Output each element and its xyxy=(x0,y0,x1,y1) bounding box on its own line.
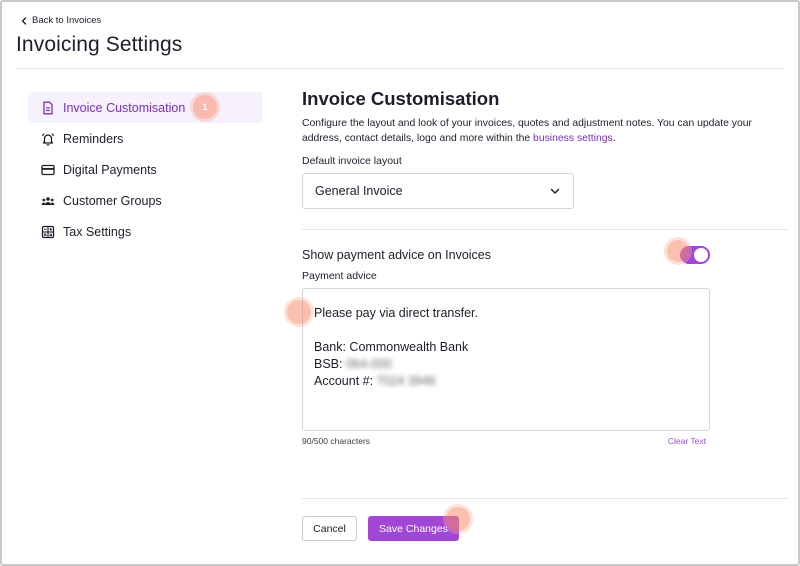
advice-line-2: Bank: Commonwealth Bank xyxy=(314,340,469,354)
sidebar-item-invoice-customisation[interactable]: Invoice Customisation xyxy=(28,92,262,123)
section-description: Configure the layout and look of your in… xyxy=(302,116,772,146)
invoice-layout-value: General Invoice xyxy=(315,184,403,198)
back-to-invoices-link[interactable]: Back to Invoices xyxy=(20,15,101,26)
back-link-label: Back to Invoices xyxy=(32,15,102,26)
character-count: 90/500 characters xyxy=(302,436,371,446)
hotspot-marker-save[interactable] xyxy=(446,507,470,531)
hotspot-marker-toggle[interactable] xyxy=(667,240,689,262)
footer-divider xyxy=(302,498,788,499)
payment-advice-toggle-label: Show payment advice on Invoices xyxy=(302,248,491,262)
header-divider xyxy=(16,68,784,69)
page-title: Invoicing Settings xyxy=(16,33,183,56)
sidebar-item-customer-groups[interactable]: Customer Groups xyxy=(28,185,262,216)
cancel-button[interactable]: Cancel xyxy=(302,516,357,541)
bell-icon xyxy=(40,131,56,147)
bsb-value-blurred: 064-000 xyxy=(345,357,392,371)
description-end: . xyxy=(612,133,616,144)
business-settings-link[interactable]: business settings xyxy=(533,133,613,144)
sidebar-item-label: Invoice Customisation xyxy=(63,100,186,115)
sidebar-item-label: Tax Settings xyxy=(63,224,132,239)
account-label: Account #: xyxy=(314,374,377,388)
section-title: Invoice Customisation xyxy=(302,88,500,109)
clear-text-link[interactable]: Clear Text xyxy=(668,436,706,446)
app-window: Back to Invoices Invoicing Settings Invo… xyxy=(0,0,800,566)
hotspot-marker-textarea[interactable] xyxy=(287,300,311,324)
advice-bsb-line: BSB: 064-000 xyxy=(314,356,698,373)
sidebar-item-label: Digital Payments xyxy=(63,162,157,177)
sidebar-item-digital-payments[interactable]: Digital Payments xyxy=(28,154,262,185)
payment-advice-textarea[interactable]: Please pay via direct transfer. Bank: Com… xyxy=(302,288,710,431)
section-divider xyxy=(302,229,788,230)
document-icon xyxy=(40,100,56,116)
chevron-down-icon xyxy=(550,188,560,194)
invoice-layout-select[interactable]: General Invoice xyxy=(302,173,574,209)
advice-line-1: Please pay via direct transfer. xyxy=(314,306,478,320)
settings-sidebar: Invoice Customisation Reminders Digital … xyxy=(28,92,262,247)
description-text: Configure the layout and look of your in… xyxy=(302,118,752,144)
layout-label: Default invoice layout xyxy=(302,155,402,167)
advice-account-line: Account #: 7024 3946 xyxy=(314,373,698,390)
chevron-left-icon xyxy=(21,16,27,25)
main-content: Invoice Customisation Configure the layo… xyxy=(302,88,788,146)
sidebar-item-label: Customer Groups xyxy=(63,193,162,208)
sidebar-item-tax-settings[interactable]: Tax Settings xyxy=(28,216,262,247)
account-value-blurred: 7024 3946 xyxy=(376,374,436,388)
toggle-knob xyxy=(694,248,708,262)
card-icon xyxy=(40,162,56,178)
hotspot-marker-1[interactable]: 1 xyxy=(193,95,217,119)
payment-advice-label: Payment advice xyxy=(302,270,377,282)
sidebar-item-label: Reminders xyxy=(63,131,124,146)
sidebar-item-reminders[interactable]: Reminders xyxy=(28,123,262,154)
group-icon xyxy=(40,193,56,209)
calculator-icon xyxy=(40,224,56,240)
bsb-label: BSB: xyxy=(314,357,346,371)
